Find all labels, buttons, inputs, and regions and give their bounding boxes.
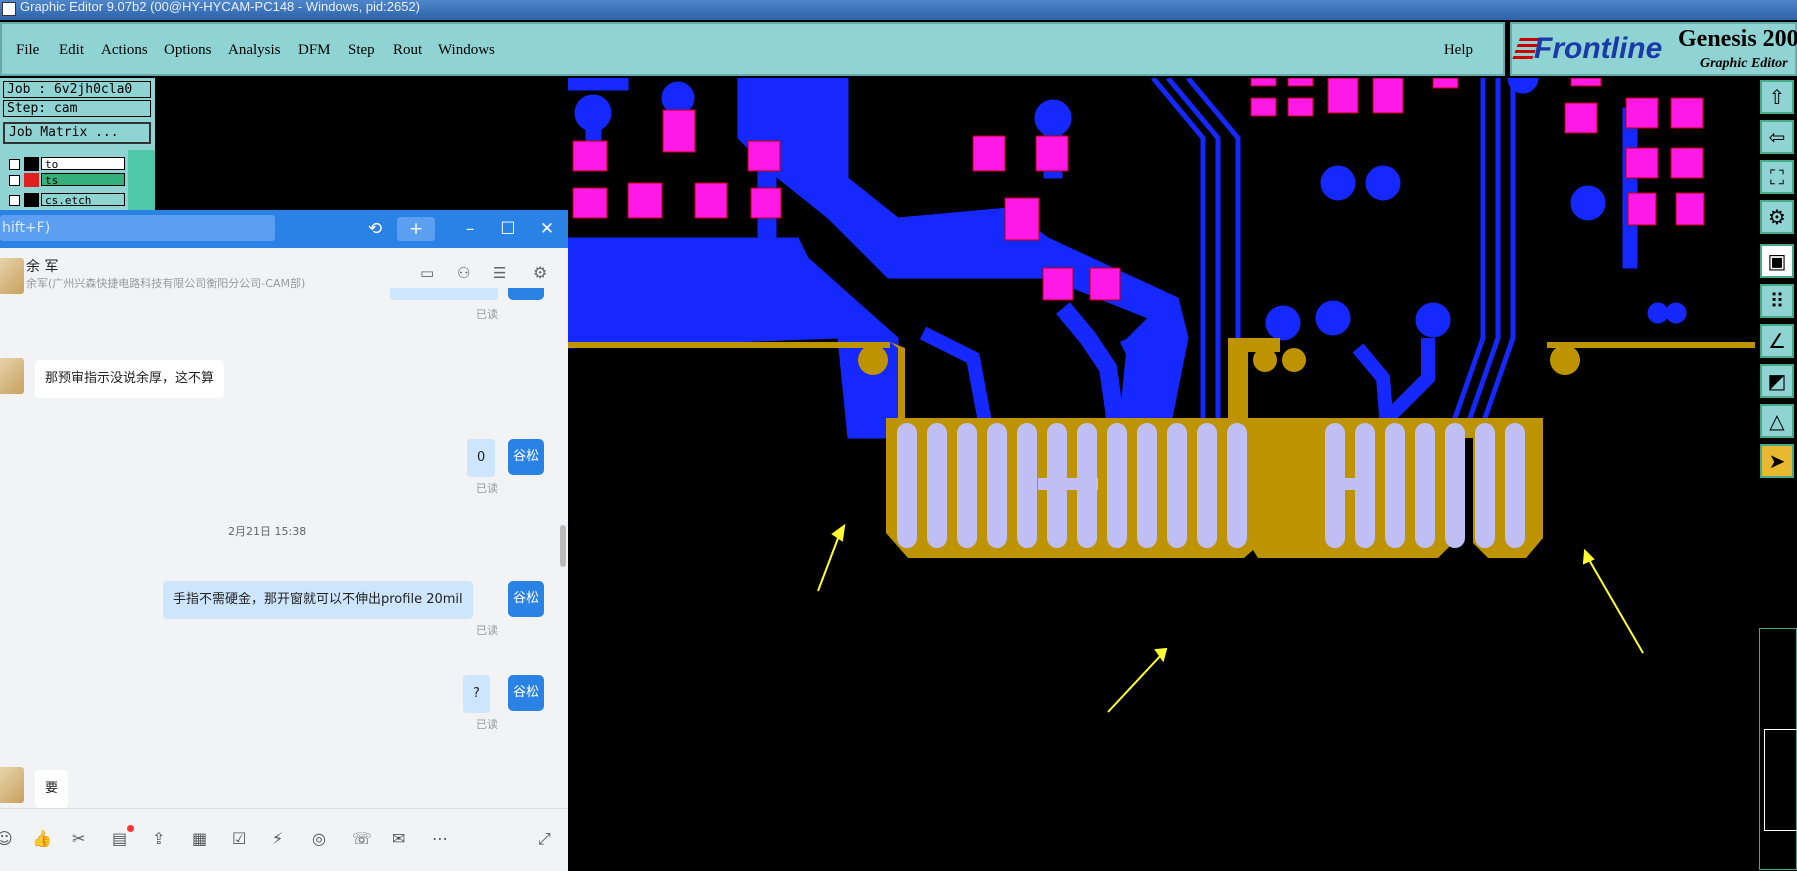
side-panel	[1759, 628, 1797, 870]
add-user-icon[interactable]: ⚇	[457, 264, 470, 282]
layer-scroll[interactable]	[128, 150, 155, 210]
window-title: Graphic Editor 9.07b2 (00@HY-HYCAM-PC148…	[20, 0, 421, 14]
job-matrix-button[interactable]: Job Matrix ...	[3, 122, 151, 144]
layer-name: ts	[41, 173, 125, 187]
more-icon[interactable]: ⋯	[432, 829, 448, 848]
message-bubble: 手指不需硬金，那开窗就可以不伸出profile 20mil	[163, 581, 473, 619]
chat-scrollbar[interactable]	[560, 525, 566, 567]
add-icon[interactable]: +	[397, 217, 435, 241]
emoji-icon[interactable]: ☺	[0, 829, 13, 848]
tool-select-icon[interactable]: ➤	[1760, 444, 1794, 478]
frontline-logo: Frontline	[1534, 32, 1663, 65]
job-panel: Job : 6v2jh0cla0 Step: cam Job Matrix ..…	[0, 78, 155, 210]
layer-name: cs.etch	[41, 193, 125, 207]
product-name: Genesis 2000	[1678, 26, 1797, 52]
tool-tools-icon[interactable]: ⚙	[1760, 200, 1794, 234]
phone-icon[interactable]: ☏	[352, 829, 372, 848]
like-icon[interactable]: 👍	[32, 829, 52, 848]
menu-options[interactable]: Options	[164, 42, 212, 59]
pcb-canvas[interactable]	[568, 78, 1755, 871]
job-name: Job : 6v2jh0cla0	[3, 81, 151, 98]
chat-header: hift+F) ⟲ + – ☐ ✕	[0, 210, 568, 248]
layer-checkbox[interactable]	[9, 159, 20, 170]
menu-actions[interactable]: Actions	[101, 42, 148, 59]
product-subtitle: Graphic Editor	[1700, 56, 1788, 71]
tool-shapes-icon[interactable]: ◩	[1760, 364, 1794, 398]
sender-badge[interactable]: 谷松	[508, 439, 544, 475]
tool-palette: ⇧ ⇦ ⛶ ⚙ ▣ ⠿ ∠ ◩ △ ➤	[1757, 78, 1797, 871]
layer-color	[24, 173, 39, 187]
file-icon[interactable]: ▤	[112, 829, 127, 848]
contact-avatar[interactable]	[0, 258, 24, 294]
sender-badge[interactable]: 谷松	[508, 675, 544, 711]
sender-avatar[interactable]	[0, 358, 24, 394]
tool-measure-icon[interactable]: ∠	[1760, 324, 1794, 358]
tool-import-icon[interactable]: ⇦	[1760, 120, 1794, 154]
contact-subtitle: 余军(广州兴森快捷电路科技有限公司衡阳分公司-CAM部)	[26, 277, 306, 290]
mention-icon[interactable]: ◎	[312, 829, 326, 848]
expand-icon[interactable]: ⤢	[538, 829, 551, 849]
lightning-icon[interactable]: ⚡	[272, 829, 283, 848]
layer-checkbox[interactable]	[9, 195, 20, 206]
window-titlebar: Graphic Editor 9.07b2 (00@HY-HYCAM-PC148…	[0, 0, 1797, 20]
read-status: 已读	[476, 718, 498, 731]
date-divider: 2月21日 15:38	[228, 525, 307, 538]
layer-row-to[interactable]: to	[4, 157, 125, 171]
menu-help[interactable]: Help	[1444, 42, 1473, 59]
brand-panel: Frontline Genesis 2000 Graphic Editor	[1510, 22, 1797, 76]
message-bubble: 要	[35, 770, 69, 808]
contact-name: 余 军	[26, 259, 59, 275]
settings-icon[interactable]: ⚙	[533, 263, 547, 282]
history-icon[interactable]: ⟲	[365, 217, 385, 241]
search-history-icon[interactable]: ☰	[493, 264, 506, 282]
upload-icon[interactable]: ⇪	[152, 829, 165, 848]
menu-rout[interactable]: Rout	[393, 42, 422, 59]
sender-avatar[interactable]	[0, 767, 24, 803]
menu-file[interactable]: File	[16, 42, 39, 59]
message-bubble: ?	[463, 675, 490, 713]
menu-bar: File Edit Actions Options Analysis DFM S…	[0, 22, 1505, 76]
prev-bubble	[390, 288, 498, 300]
menu-dfm[interactable]: DFM	[298, 42, 331, 59]
tool-triangle-icon[interactable]: △	[1760, 404, 1794, 438]
layer-color	[24, 193, 39, 207]
maximize-icon[interactable]: ☐	[498, 217, 518, 241]
search-input[interactable]: hift+F)	[0, 215, 275, 241]
mini-view	[1764, 729, 1797, 831]
tool-display-icon[interactable]: ▣	[1760, 244, 1794, 278]
step-name: Step: cam	[3, 100, 151, 117]
layer-row-cs-etch[interactable]: cs.etch	[4, 193, 125, 207]
layer-color	[24, 157, 39, 171]
app-icon	[2, 2, 16, 16]
message-bubble: 0	[467, 439, 496, 477]
read-status: 已读	[476, 308, 498, 321]
scissors-icon[interactable]: ✂	[72, 829, 85, 848]
folder-icon[interactable]: ▭	[420, 264, 434, 282]
chat-window: hift+F) ⟲ + – ☐ ✕ 余 军 余军(广州兴森快捷电路科技有限公司衡…	[0, 210, 568, 871]
layer-name: to	[41, 157, 125, 171]
read-status: 已读	[476, 624, 498, 637]
tool-fit-icon[interactable]: ⛶	[1760, 160, 1794, 194]
calendar-icon[interactable]: ▦	[192, 829, 207, 848]
read-status: 已读	[476, 482, 498, 495]
tool-net-icon[interactable]: ⠿	[1760, 284, 1794, 318]
layer-row-ts[interactable]: ts	[4, 173, 125, 187]
menu-step[interactable]: Step	[348, 42, 375, 59]
minimize-icon[interactable]: –	[460, 217, 480, 241]
chat-toolbar: ☺ 👍 ✂ ▤ ⇪ ▦ ☑ ⚡ ◎ ☏ ✉ ⋯ ⤢	[0, 808, 568, 871]
menu-windows[interactable]: Windows	[438, 42, 495, 59]
layer-checkbox[interactable]	[9, 175, 20, 186]
tool-open-icon[interactable]: ⇧	[1760, 80, 1794, 114]
sender-badge[interactable]: 谷松	[508, 581, 544, 617]
close-icon[interactable]: ✕	[537, 217, 557, 241]
menu-edit[interactable]: Edit	[59, 42, 84, 59]
prev-sender-badge	[508, 288, 544, 300]
message-bubble: 那预审指示没说余厚，这不算	[35, 360, 225, 398]
task-icon[interactable]: ☑	[232, 829, 246, 848]
menu-analysis[interactable]: Analysis	[228, 42, 281, 59]
mail-icon[interactable]: ✉	[392, 829, 405, 848]
notification-dot	[127, 825, 134, 832]
